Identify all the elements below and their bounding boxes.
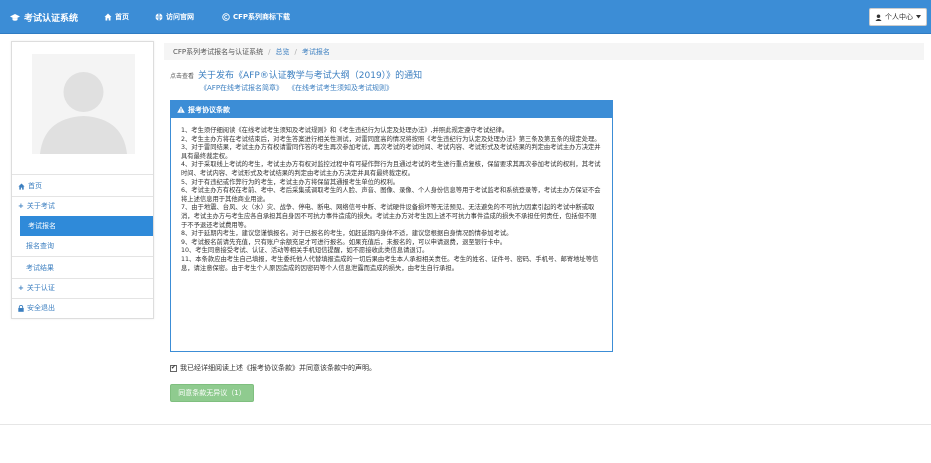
sidebar-item-home-label: 首页 xyxy=(28,182,42,190)
panel-header: 报考协议条款 xyxy=(171,101,612,118)
sidebar-item-home[interactable]: 首页 xyxy=(12,176,153,196)
clause-paragraph: 2、考生主办方将在考试结束后，对考生答案进行相关性测试，对雷同度高的情况将按照《… xyxy=(181,135,601,143)
top-navbar: 考试认证系统 首页 访问官网 CFP系列商标下载 个人中心 xyxy=(0,0,931,34)
user-center-dropdown[interactable]: 个人中心 xyxy=(869,8,927,26)
sidebar-item-exam-signup[interactable]: 考试报名 xyxy=(20,216,153,236)
home-icon xyxy=(104,13,112,21)
agreement-panel: 报考协议条款 1、考生须仔细阅读《在线考试考生须知及考试规则》和《考生违纪行为认… xyxy=(170,100,613,352)
brand-title: 考试认证系统 xyxy=(24,14,79,24)
nav-home[interactable]: 首页 xyxy=(104,12,129,22)
exam-rules-link[interactable]: 《在线考试考生须知及考试规则》 xyxy=(288,83,393,93)
notice-prefix: 点击查看 xyxy=(170,73,195,80)
sidebar: 首页 + 关于考试 考试报名 报名查询 考试结果 + 关于认证 安全退出 xyxy=(11,41,154,319)
signup-brochure-link[interactable]: 《AFP在线考试报名简章》 xyxy=(200,83,283,93)
breadcrumb-separator: / xyxy=(294,47,297,56)
graduation-icon xyxy=(10,14,20,21)
breadcrumb-home[interactable]: 总览 xyxy=(276,47,290,57)
breadcrumb-root: CFP系列考试报名与认证系统 xyxy=(173,47,264,56)
agree-submit-button[interactable]: 同意条款无异议（1） xyxy=(170,384,254,402)
avatar xyxy=(32,54,135,154)
sidebar-item-logout[interactable]: 安全退出 xyxy=(12,298,153,318)
sidebar-item-signup-query-label: 报名查询 xyxy=(26,242,54,250)
sidebar-item-exam-results-label: 考试结果 xyxy=(26,264,54,272)
panel-body: 1、考生须仔细阅读《在线考试考生须知及考试规则》和《考生违纪行为认定及处理办法》… xyxy=(171,118,612,273)
brand[interactable]: 考试认证系统 xyxy=(10,11,78,24)
notice-link[interactable]: 关于发布《AFP®认证教学与考试大纲（2019）》的通知 xyxy=(198,68,422,81)
agreement-row: ✔ 我已经详细阅读上述《报考协议条款》并同意该条款中的声明。 xyxy=(170,363,376,373)
clause-paragraph: 11、本条款应由考生自己填报，考生委托他人代替填报造成的一切后果由考生本人承担相… xyxy=(181,255,599,272)
sidebar-item-about-cert[interactable]: + 关于认证 xyxy=(12,278,153,298)
clause-paragraph: 4、对于采取线上考试的考生，考试主办方有权对监控过程中有可疑作弊行为且通过考试的… xyxy=(181,161,601,177)
notice-line: 点击查看 关于发布《AFP®认证教学与考试大纲（2019）》的通知 xyxy=(170,68,422,81)
plus-icon: + xyxy=(18,202,24,210)
sidebar-item-exam-results[interactable]: 考试结果 xyxy=(12,258,153,278)
lock-icon xyxy=(18,304,24,312)
sidebar-item-exam-signup-label: 考试报名 xyxy=(28,222,56,230)
nav-home-label: 首页 xyxy=(115,13,129,21)
nav-trademark-download-label: CFP系列商标下载 xyxy=(233,13,291,21)
breadcrumb-current: 考试报名 xyxy=(301,47,330,56)
clause-paragraph: 10、考生同意接受考试、认证、活动等相关手机短信提醒，如不愿接收此类信息请退订。 xyxy=(181,247,429,255)
globe-icon xyxy=(155,13,163,21)
nav-official-site[interactable]: 访问官网 xyxy=(155,12,194,22)
home-icon xyxy=(18,182,25,190)
nav-official-site-label: 访问官网 xyxy=(166,13,194,21)
avatar-placeholder-icon xyxy=(32,54,135,154)
user-icon xyxy=(875,13,882,21)
warning-icon xyxy=(177,106,185,113)
notice-sub-links: 《AFP在线考试报名简章》 《在线考试考生须知及考试规则》 xyxy=(200,83,393,93)
clause-paragraph: 1、考生须仔细阅读《在线考试考生须知及考试规则》和《考生违纪行为认定及处理办法》… xyxy=(181,127,509,134)
footer-divider xyxy=(0,424,931,425)
panel-title: 报考协议条款 xyxy=(188,105,230,114)
sidebar-item-logout-label: 安全退出 xyxy=(27,304,55,312)
clause-paragraph: 7、由于地震、台风、火（水）灾、战争、停电、断电、网络信号中断、考试硬件设备损坏… xyxy=(181,204,597,229)
sidebar-divider xyxy=(12,256,153,257)
copyright-icon xyxy=(222,13,230,21)
plus-icon: + xyxy=(18,284,24,292)
sidebar-divider xyxy=(12,174,153,175)
sidebar-item-about-cert-label: 关于认证 xyxy=(26,284,55,292)
sidebar-item-about-exam-label: 关于考试 xyxy=(26,202,55,210)
caret-down-icon xyxy=(916,15,921,19)
clause-paragraph: 6、考试主办方有权在考前、考中、考后采集或调取考生的人脸、声音、图像、录像、个人… xyxy=(181,187,601,203)
nav-trademark-download[interactable]: CFP系列商标下载 xyxy=(222,12,290,22)
sidebar-item-about-exam[interactable]: + 关于考试 xyxy=(12,196,153,216)
sidebar-item-signup-query[interactable]: 报名查询 xyxy=(12,236,153,256)
breadcrumb: CFP系列考试报名与认证系统 / 总览 / 考试报名 xyxy=(164,43,924,60)
agree-checkbox[interactable]: ✔ xyxy=(170,364,177,372)
breadcrumb-separator: / xyxy=(268,47,271,56)
clause-paragraph: 5、对于有违纪或作弊行为的考生，考试主办方将保留其通报考生单位的权利。 xyxy=(181,178,400,186)
agree-label[interactable]: 我已经详细阅读上述《报考协议条款》并同意该条款中的声明。 xyxy=(180,363,376,373)
clause-paragraph: 8、对于延期内考生，建议您谨慎报名。对于已报名的考生，如赶延期内身体不适，建议您… xyxy=(181,230,513,238)
clause-paragraph: 3、对于雷同结果，考试主办方有权请雷同作答的考生再次参加考试，再次考试的考试时间… xyxy=(181,144,601,160)
user-center-label: 个人中心 xyxy=(885,13,913,21)
